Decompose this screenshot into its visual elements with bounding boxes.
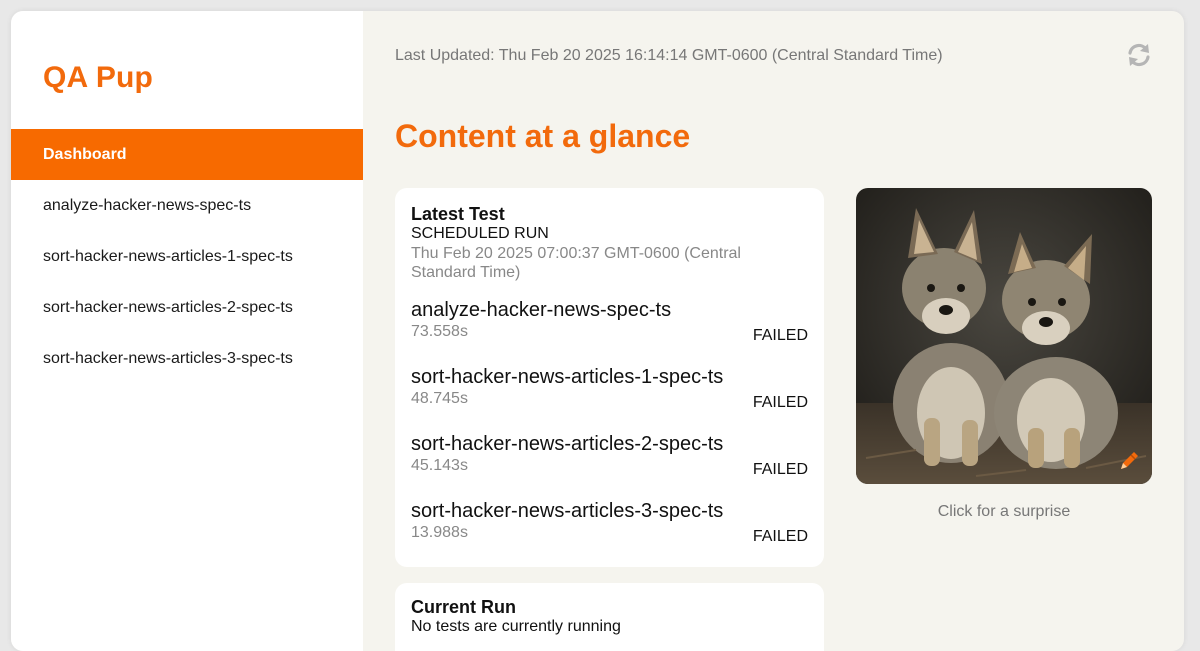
test-result-row: sort-hacker-news-articles-2-spec-ts 45.1…	[411, 432, 808, 499]
refresh-icon	[1128, 43, 1150, 67]
test-duration: 73.558s	[411, 323, 468, 340]
app-window: QA Pup Dashboard analyze-hacker-news-spe…	[11, 11, 1184, 651]
test-duration: 48.745s	[411, 390, 468, 407]
test-result-row: sort-hacker-news-articles-3-spec-ts 13.9…	[411, 499, 808, 566]
pup-image-button[interactable]	[856, 188, 1152, 484]
latest-test-card: Latest Test SCHEDULED RUN Thu Feb 20 202…	[395, 188, 824, 567]
current-run-title: Current Run	[411, 597, 516, 617]
test-name: sort-hacker-news-articles-2-spec-ts	[411, 433, 724, 455]
latest-test-title: Latest Test	[411, 204, 505, 224]
test-result-row: analyze-hacker-news-spec-ts 73.558s FAIL…	[411, 298, 808, 365]
pencil-icon[interactable]	[1116, 448, 1142, 474]
test-name: sort-hacker-news-articles-3-spec-ts	[411, 500, 724, 522]
sidebar-item-dashboard[interactable]: Dashboard	[11, 129, 363, 180]
sidebar-item-sort-articles-3[interactable]: sort-hacker-news-articles-3-spec-ts	[11, 333, 363, 384]
run-type-label: SCHEDULED RUN	[411, 225, 549, 242]
sidebar-item-sort-articles-1[interactable]: sort-hacker-news-articles-1-spec-ts	[11, 231, 363, 282]
pup-caption: Click for a surprise	[937, 503, 1071, 520]
sidebar-item-analyze-hacker-news[interactable]: analyze-hacker-news-spec-ts	[11, 180, 363, 231]
current-run-status: No tests are currently running	[411, 618, 621, 635]
wolf-pups-image	[856, 188, 1152, 484]
refresh-button[interactable]	[1126, 42, 1152, 68]
test-name: sort-hacker-news-articles-1-spec-ts	[411, 366, 724, 388]
test-results-list: analyze-hacker-news-spec-ts 73.558s FAIL…	[411, 298, 808, 566]
main-content: Last Updated: Thu Feb 20 2025 16:14:14 G…	[363, 11, 1184, 651]
page-title: Content at a glance	[395, 118, 691, 154]
test-status: FAILED	[752, 461, 808, 478]
test-status: FAILED	[752, 327, 808, 344]
test-status: FAILED	[752, 394, 808, 411]
test-duration: 45.143s	[411, 457, 468, 474]
sidebar: QA Pup Dashboard analyze-hacker-news-spe…	[11, 11, 363, 651]
test-name: analyze-hacker-news-spec-ts	[411, 299, 672, 321]
sidebar-nav: Dashboard analyze-hacker-news-spec-ts so…	[11, 129, 363, 384]
run-timestamp: Thu Feb 20 2025 07:00:37 GMT-0600 (Centr…	[411, 245, 741, 281]
test-status: FAILED	[752, 528, 808, 545]
test-result-row: sort-hacker-news-articles-1-spec-ts 48.7…	[411, 365, 808, 432]
last-updated-text: Last Updated: Thu Feb 20 2025 16:14:14 G…	[395, 47, 943, 64]
sidebar-item-sort-articles-2[interactable]: sort-hacker-news-articles-2-spec-ts	[11, 282, 363, 333]
current-run-card: Current Run No tests are currently runni…	[395, 583, 824, 651]
test-duration: 13.988s	[411, 524, 468, 541]
app-logo: QA Pup	[43, 61, 154, 94]
